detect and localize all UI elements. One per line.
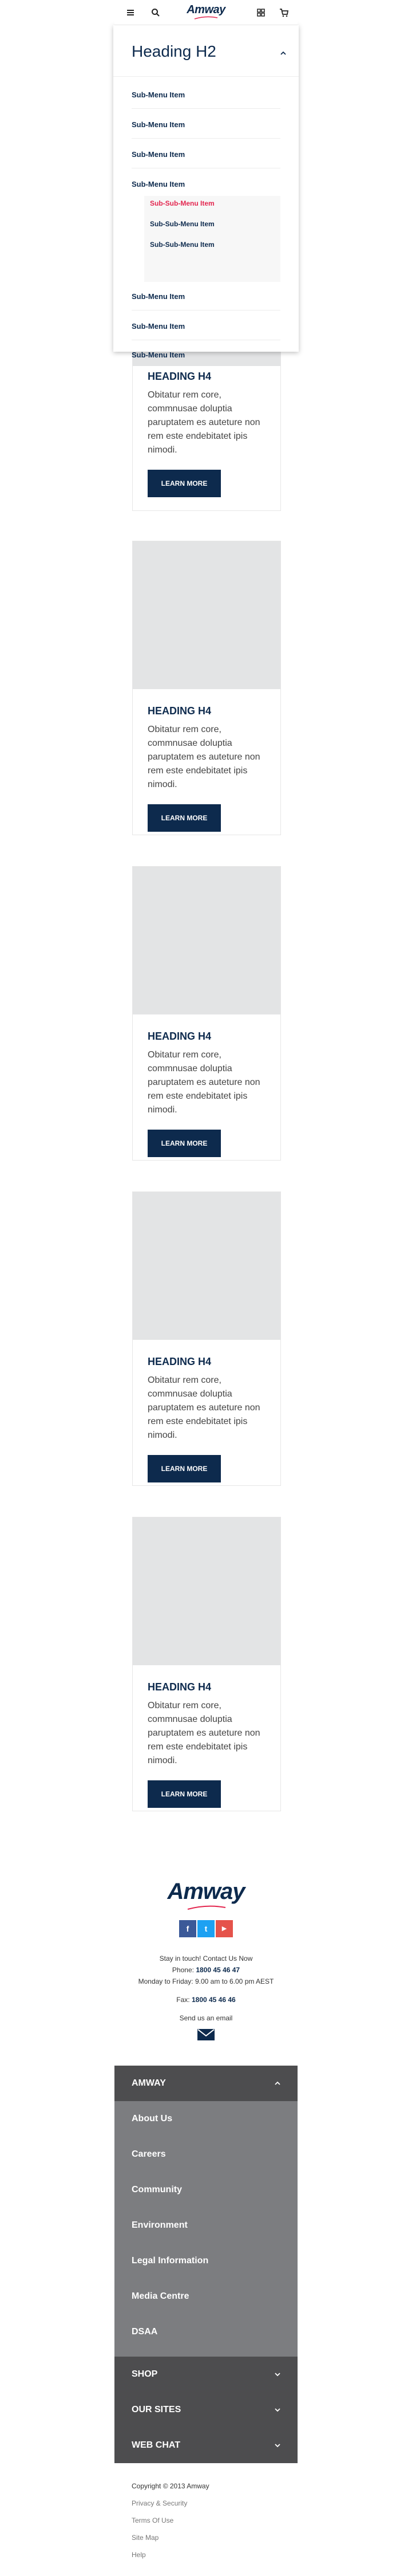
chevron-down-icon — [275, 2373, 280, 2377]
fax-label: Fax: — [176, 1996, 190, 2004]
accordion-shop-label: SHOP — [132, 2369, 158, 2379]
site-header: Amway — [114, 0, 298, 25]
facebook-icon[interactable]: f — [179, 1920, 196, 1937]
content-card: HEADING H4 Obitatur rem core, commnusae … — [132, 1517, 281, 1811]
footer-logo[interactable]: Amway — [0, 1879, 412, 1905]
footer-link-terms[interactable]: Terms Of Use — [132, 2516, 173, 2524]
chevron-down-icon — [275, 2444, 280, 2448]
learn-more-button[interactable]: LEARN MORE — [148, 804, 221, 832]
accordion-web-chat-label: WEB CHAT — [132, 2440, 181, 2450]
submenu-item-active[interactable]: Sub-Sub-Menu Item — [150, 199, 215, 207]
fax-number: 1800 45 46 46 — [191, 1996, 236, 2004]
card-text: Obitatur rem core, commnusae doluptia pa… — [148, 1701, 260, 1765]
youtube-icon[interactable]: ▶ — [216, 1920, 233, 1937]
card-text: Obitatur rem core, commnusae doluptia pa… — [148, 1375, 260, 1440]
menu-heading: Heading H2 — [132, 42, 216, 60]
email-label: Send us an email — [179, 2014, 233, 2022]
menu-item[interactable]: Sub-Menu Item — [132, 173, 280, 198]
learn-more-button[interactable]: LEARN MORE — [148, 470, 221, 497]
footer-link[interactable]: Media Centre — [132, 2291, 189, 2302]
chevron-up-icon[interactable] — [279, 49, 287, 57]
card-text: Obitatur rem core, commnusae doluptia pa… — [148, 1050, 260, 1115]
grid-icon[interactable] — [255, 7, 267, 18]
stay-in-touch-text: Stay in touch! Contact Us Now — [159, 1954, 253, 1963]
content-card: HEADING H4 Obitatur rem core, commnusae … — [132, 1191, 281, 1486]
phone-number[interactable]: 1800 45 46 47 — [196, 1966, 240, 1974]
learn-more-button[interactable]: LEARN MORE — [148, 1455, 221, 1482]
twitter-icon[interactable]: t — [197, 1920, 215, 1937]
amway-logo[interactable]: Amway — [114, 3, 298, 17]
card-heading: HEADING H4 — [148, 1681, 212, 1693]
chevron-up-icon — [275, 2081, 280, 2085]
footer-logo-swoosh-icon — [187, 1905, 226, 1910]
card-heading: HEADING H4 — [148, 705, 212, 717]
footer-link-help[interactable]: Help — [132, 2551, 146, 2559]
page: Amway Heading H2 Sub-Menu Item Sub-Menu … — [0, 0, 412, 2576]
card-image — [133, 541, 280, 689]
footer-link[interactable]: Environment — [132, 2220, 188, 2231]
submenu-panel: Sub-Sub-Menu Item Sub-Sub-Menu Item Sub-… — [144, 196, 280, 282]
card-heading: HEADING H4 — [148, 1031, 212, 1042]
footer-link-sitemap[interactable]: Site Map — [132, 2534, 159, 2542]
chevron-down-icon — [275, 2408, 280, 2412]
phone-line: Phone: 1800 45 46 47 — [0, 1966, 412, 1974]
menu-item[interactable]: Sub-Menu Item — [132, 143, 280, 168]
accordion-shop[interactable]: SHOP — [114, 2357, 298, 2392]
card-heading: HEADING H4 — [148, 371, 212, 382]
learn-more-button[interactable]: LEARN MORE — [148, 1130, 221, 1157]
menu-item[interactable]: Sub-Menu Item — [132, 315, 280, 340]
card-image — [133, 867, 280, 1014]
menu-item[interactable]: Sub-Menu Item — [132, 84, 280, 109]
menu-item[interactable]: Sub-Menu Item — [132, 113, 280, 139]
card-image — [133, 1192, 280, 1340]
footer-link[interactable]: DSAA — [132, 2327, 157, 2337]
submenu-item[interactable]: Sub-Sub-Menu Item — [150, 241, 215, 249]
footer-link[interactable]: Careers — [132, 2149, 166, 2160]
menu-item[interactable]: Sub-Menu Item — [132, 285, 280, 310]
dropdown-menu: Heading H2 Sub-Menu Item Sub-Menu Item S… — [113, 25, 299, 359]
submenu-item[interactable]: Sub-Sub-Menu Item — [150, 220, 215, 228]
card-image — [133, 1517, 280, 1665]
content-card: HEADING H4 Obitatur rem core, commnusae … — [132, 541, 281, 835]
menu-item[interactable]: Sub-Menu Item — [132, 344, 280, 369]
accordion-amway-panel: About Us Careers Community Environment L… — [114, 2101, 298, 2357]
logo-swoosh-icon — [194, 16, 218, 19]
hours-text: Monday to Friday: 9.00 am to 6.00 pm AES… — [138, 1977, 274, 1985]
accordion-our-sites[interactable]: OUR SITES — [114, 2392, 298, 2428]
copyright-text: Copyright © 2013 Amway — [132, 2482, 209, 2490]
card-text: Obitatur rem core, commnusae doluptia pa… — [148, 390, 260, 455]
learn-more-button[interactable]: LEARN MORE — [148, 1780, 221, 1808]
card-heading: HEADING H4 — [148, 1356, 212, 1367]
footer-link[interactable]: About Us — [132, 2114, 172, 2124]
cart-icon[interactable] — [278, 7, 290, 18]
menu-header[interactable]: Heading H2 — [113, 25, 299, 77]
phone-label: Phone: — [172, 1966, 194, 1974]
accordion-web-chat[interactable]: WEB CHAT — [114, 2428, 298, 2463]
fax-line: Fax: 1800 45 46 46 — [0, 1996, 412, 2004]
accordion-amway-label: AMWAY — [132, 2078, 166, 2088]
footer-link[interactable]: Community — [132, 2185, 182, 2195]
content-card: HEADING H4 Obitatur rem core, commnusae … — [132, 866, 281, 1161]
footer-link[interactable]: Legal Information — [132, 2256, 208, 2266]
footer-link-privacy[interactable]: Privacy & Security — [132, 2499, 187, 2507]
accordion-our-sites-label: OUR SITES — [132, 2405, 181, 2414]
card-text: Obitatur rem core, commnusae doluptia pa… — [148, 725, 260, 789]
mail-icon[interactable] — [197, 2028, 215, 2042]
accordion-amway[interactable]: AMWAY — [114, 2066, 298, 2101]
